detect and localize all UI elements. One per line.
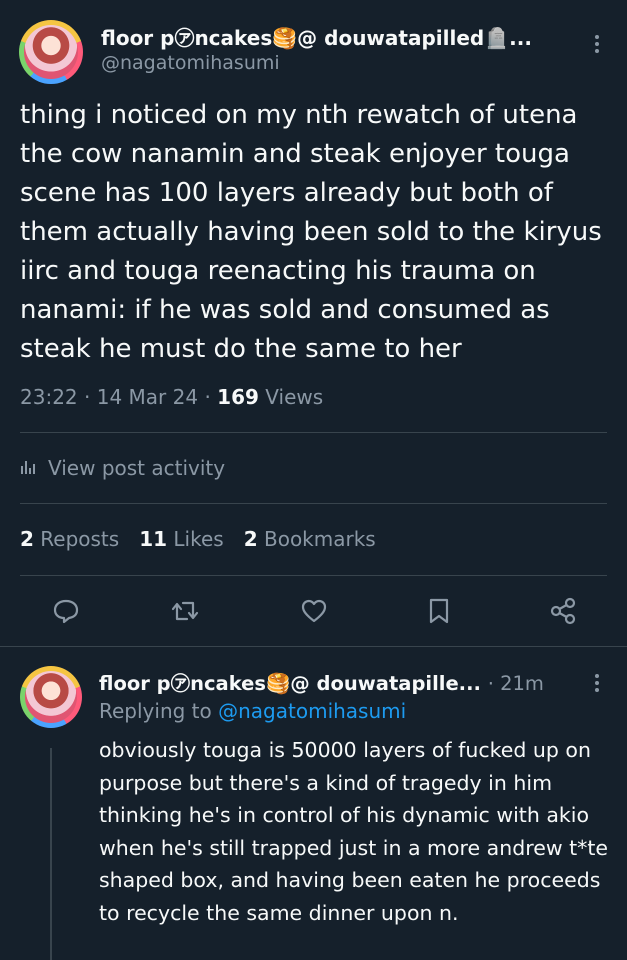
reposts-count: 2 [20, 527, 34, 551]
views-label: Views [265, 385, 324, 409]
reply-author-avatar[interactable] [20, 666, 82, 728]
repost-icon[interactable] [168, 594, 202, 628]
reply-time[interactable]: · 21m [488, 672, 544, 695]
bookmarks-label: Bookmarks [263, 527, 376, 551]
reply-name-text: floor p㋐ncakes🥞@ douwatapille... [99, 672, 481, 695]
more-icon[interactable] [594, 32, 600, 56]
divider [20, 432, 607, 433]
divider [0, 646, 627, 647]
tweet-time[interactable]: 23:22 [20, 385, 78, 409]
tweet-meta: 23:22 · 14 Mar 24 · 169 Views [20, 385, 323, 409]
tweet-date[interactable]: 14 Mar 24 [97, 385, 198, 409]
bookmarks-stat[interactable]: 2 Bookmarks [244, 527, 376, 551]
replying-prefix: Replying to [99, 699, 212, 723]
likes-stat[interactable]: 11 Likes [139, 527, 224, 551]
bookmark-icon[interactable] [422, 594, 456, 628]
divider [20, 503, 607, 504]
share-icon[interactable] [546, 594, 580, 628]
bookmarks-count: 2 [243, 527, 258, 551]
replying-to: Replying to @nagatomihasumi [99, 699, 406, 723]
author-display-name[interactable]: floor p㋐ncakes🥞@ douwatapilled🪦... [101, 22, 532, 51]
reply-author-display-name[interactable]: floor p㋐ncakes🥞@ douwatapille... · 21m [99, 667, 544, 696]
reposts-label: Reposts [40, 527, 120, 551]
more-icon[interactable] [594, 671, 600, 695]
views-count: 169 [217, 385, 259, 409]
activity-label: View post activity [48, 456, 226, 480]
view-post-activity[interactable]: View post activity [20, 456, 225, 480]
likes-label: Likes [173, 527, 224, 551]
reposts-stat[interactable]: 2 Reposts [20, 527, 119, 551]
author-avatar[interactable] [19, 20, 83, 84]
replying-handle-link[interactable]: @nagatomihasumi [218, 699, 406, 723]
thread-line [50, 748, 52, 960]
reply-text: obviously touga is 50000 layers of fucke… [99, 738, 609, 925]
analytics-icon [20, 456, 38, 480]
divider [20, 575, 607, 576]
tweet-text: thing i noticed on my nth rewatch of ute… [20, 100, 602, 364]
author-handle[interactable]: @nagatomihasumi [101, 52, 280, 74]
reply-icon[interactable] [49, 594, 83, 628]
likes-count: 11 [139, 527, 168, 551]
meta-separator: · [84, 385, 91, 409]
like-icon[interactable] [297, 594, 331, 628]
meta-separator: · [204, 385, 211, 409]
engagement-stats: 2 Reposts 11 Likes 2 Bookmarks [20, 527, 376, 551]
